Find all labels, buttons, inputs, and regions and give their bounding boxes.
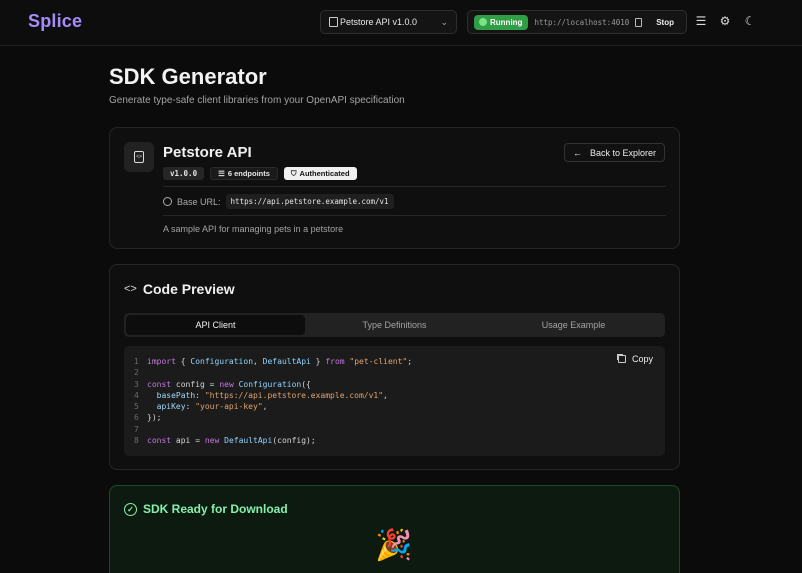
code-lines: 1 import { Configuration, DefaultApi } fr… (134, 356, 412, 446)
spec-selector-value: Petstore API v1.0.0 (340, 17, 418, 27)
clipboard-icon[interactable] (635, 17, 643, 27)
api-name: Petstore API (163, 144, 252, 161)
copy-button[interactable]: Copy (617, 354, 653, 364)
globe-icon (163, 197, 172, 206)
chevron-down-icon: ⌄ (440, 16, 448, 27)
api-description: A sample API for managing pets in a pets… (163, 224, 344, 234)
file-icon (329, 17, 338, 27)
sdk-ready-card: ✓ SDK Ready for Download 🎉 (109, 485, 680, 573)
running-badge: Running (474, 14, 529, 30)
sdk-ready-heading: ✓ SDK Ready for Download (124, 502, 288, 516)
top-bar: Splice Petstore API v1.0.0 ⌄ Running htt… (0, 0, 802, 46)
status-dot-icon (479, 18, 487, 26)
copy-label: Copy (631, 354, 653, 364)
code-line: 7 (134, 424, 412, 435)
server-url: http://localhost:4010 (534, 17, 630, 27)
line-number: 1 (134, 357, 139, 366)
spec-selector[interactable]: Petstore API v1.0.0 ⌄ (320, 10, 457, 34)
line-number: 6 (134, 413, 139, 423)
endpoints-count: 6 endpoints (227, 169, 270, 178)
line-number: 5 (134, 402, 139, 412)
code-line: 6}); (134, 412, 412, 423)
base-url-label: Base URL: (177, 196, 221, 207)
code-line: 3 const config = new Configuration({ (134, 379, 412, 390)
running-label: Running (490, 17, 523, 27)
code-block: Copy 1 import { Configuration, DefaultApi… (124, 346, 665, 456)
code-text: }); (147, 413, 162, 423)
code-text: apiKey: "your-api-key", (156, 402, 268, 412)
code-text: import { Configuration, DefaultApi } fro… (147, 357, 413, 366)
version-badge: v1.0.0 (163, 167, 205, 180)
code-line: 1 import { Configuration, DefaultApi } fr… (134, 356, 412, 367)
code-line: 8 const api = new DefaultApi(config); (134, 435, 412, 446)
api-badges: v1.0.0 ☰ 6 endpoints ⛉ Authenticated (163, 167, 357, 180)
menu-icon[interactable]: ☰ (694, 14, 708, 28)
copy-icon (617, 355, 626, 363)
code-preview-title: Code Preview (142, 281, 235, 297)
party-popper-icon: 🎉 (375, 529, 413, 562)
code-line: 2 (134, 367, 412, 378)
divider (163, 215, 666, 216)
check-circle-icon: ✓ (124, 502, 137, 516)
api-icon: <> (124, 142, 154, 172)
code-file-icon: <> (134, 151, 144, 163)
auth-badge: ⛉ Authenticated (283, 167, 357, 180)
tab-usage-example[interactable]: Usage Example (484, 315, 663, 335)
endpoints-badge: ☰ 6 endpoints (210, 167, 278, 180)
line-number: 3 (134, 379, 139, 389)
code-tabs: API Client Type Definitions Usage Exampl… (124, 313, 665, 337)
api-info-card: <> Petstore API v1.0.0 ☰ 6 endpoints ⛉ A… (109, 127, 680, 249)
server-status-bar: Running http://localhost:4010 Stop (467, 10, 687, 34)
tab-api-client[interactable]: API Client (126, 315, 305, 335)
base-url-row: Base URL: https://api.petstore.example.c… (163, 194, 394, 209)
line-number: 7 (134, 424, 139, 434)
back-label: Back to Explorer (589, 147, 656, 158)
list-icon: ☰ (218, 169, 225, 178)
code-preview-heading: <> Code Preview (124, 281, 235, 297)
divider (163, 186, 666, 187)
code-line: 5 apiKey: "your-api-key", (134, 401, 412, 412)
moon-icon[interactable]: ☾ (743, 14, 757, 28)
arrow-left-icon: ← (572, 147, 582, 158)
line-number: 4 (134, 390, 139, 400)
sdk-ready-title: SDK Ready for Download (143, 502, 288, 516)
tab-type-definitions[interactable]: Type Definitions (305, 315, 484, 335)
code-line: 4 basePath: "https://api.petstore.exampl… (134, 390, 412, 401)
stop-button[interactable]: Stop (650, 18, 680, 27)
line-number: 8 (134, 436, 139, 446)
code-text: const config = new Configuration({ (147, 379, 311, 389)
auth-label: Authenticated (299, 169, 350, 178)
back-to-explorer-button[interactable]: ← Back to Explorer (563, 143, 665, 162)
code-brackets-icon: <> (124, 283, 137, 295)
code-preview-card: <> Code Preview API Client Type Definiti… (109, 264, 680, 470)
code-text: basePath: "https://api.petstore.example.… (156, 390, 388, 400)
app-logo[interactable]: Splice (28, 11, 82, 32)
line-number: 2 (134, 368, 139, 378)
shield-icon: ⛉ (290, 168, 297, 178)
gear-icon[interactable]: ⚙ (718, 14, 732, 28)
page-title: SDK Generator (109, 64, 267, 89)
base-url-value[interactable]: https://api.petstore.example.com/v1 (225, 194, 394, 209)
code-text: const api = new DefaultApi(config); (147, 436, 316, 446)
page-subtitle: Generate type-safe client libraries from… (109, 95, 405, 106)
